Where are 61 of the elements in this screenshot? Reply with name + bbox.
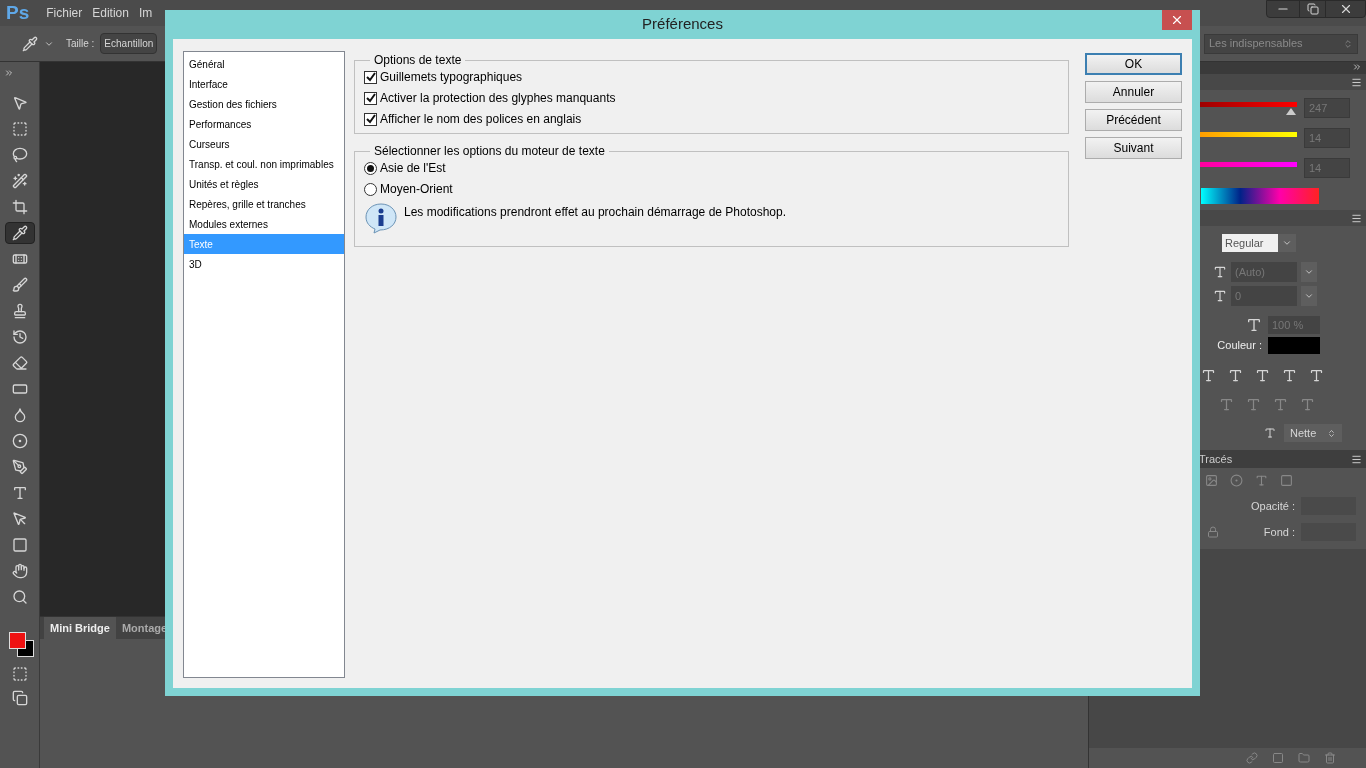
checkbox[interactable] [364,112,377,126]
menu-item[interactable]: Fichier [41,4,88,22]
text-style-icon[interactable] [1201,368,1216,383]
sample-size-dropdown[interactable]: Echantillon [100,33,158,54]
radio-label[interactable]: Moyen-Orient [380,180,453,198]
quick-mask-icon[interactable] [11,666,28,682]
app-logo: Ps [5,0,31,25]
radio-button[interactable] [364,161,377,175]
antialias-dropdown[interactable]: Nette [1284,424,1342,442]
panel-menu-icon[interactable] [1351,76,1362,88]
menu-item[interactable]: Im [133,4,158,22]
category-item[interactable]: Interface [184,74,344,94]
close-icon [1170,13,1184,27]
panel-menu-icon[interactable] [1351,212,1362,224]
text-style-icon[interactable] [1228,368,1243,383]
info-icon [364,202,398,234]
opacity-label: Opacité : [1250,498,1295,514]
text-color-swatch[interactable] [1268,337,1320,354]
collapse-icon[interactable] [4,68,14,78]
eyedropper-tool-icon[interactable] [4,222,35,244]
dialog-button[interactable]: OK [1085,53,1182,75]
radio-button[interactable] [364,182,377,196]
dialog-title: Préférences [642,14,723,35]
category-item[interactable]: Transp. et coul. non imprimables [184,154,344,174]
panel-tab[interactable]: Tracés [1199,450,1233,468]
font-style-dropdown[interactable]: Regular [1222,234,1278,252]
info-message: Les modifications prendront effet au prochain démarrage de Photoshop. [404,204,787,221]
eyedropper-icon[interactable] [22,35,38,52]
checkbox-label[interactable]: Afficher le nom des polices en anglais [380,110,582,128]
updown-arrows-icon [1327,428,1336,438]
close-button[interactable] [1162,10,1192,30]
updown-arrows-icon [1343,38,1353,49]
color-spectrum[interactable] [1201,188,1319,204]
checkbox-label[interactable]: Activer la protection des glyphes manquants [380,89,616,107]
category-item[interactable]: Unités et règles [184,174,344,194]
checkbox[interactable] [364,91,377,105]
category-item[interactable]: Performances [184,114,344,134]
radio-label[interactable]: Asie de l'Est [380,159,446,177]
menu-item[interactable]: Edition [87,4,134,22]
text-style-icon[interactable] [1282,368,1297,383]
text-style-icon[interactable] [1309,368,1324,383]
category-item[interactable]: Général [184,54,344,74]
text-style-icon[interactable] [1255,368,1270,383]
dialog-button[interactable]: Annuler [1085,81,1182,103]
category-item[interactable]: Repères, grille et tranches [184,194,344,214]
option-label: Taille : [66,37,95,51]
fill-label: Fond : [1263,524,1295,540]
category-item[interactable]: Modules externes [184,214,344,234]
panel-menu-icon[interactable] [1351,453,1362,465]
checkbox[interactable] [364,70,377,84]
screen-mode-icon[interactable] [11,690,28,706]
dialog-button[interactable]: Précédent [1085,109,1182,131]
group-title: Sélectionner les options du moteur de texte [373,143,606,160]
category-item[interactable]: 3D [184,254,344,274]
group-title: Options de texte [373,52,463,69]
color-label: Couleur : [1217,338,1262,354]
category-item[interactable]: Gestion des fichiers [184,94,344,114]
checkbox-label[interactable]: Guillemets typographiques [380,68,523,86]
panel-tab[interactable]: Mini Bridge [44,617,116,639]
category-item[interactable]: Curseurs [184,134,344,154]
dialog-button[interactable]: Suivant [1085,137,1182,159]
